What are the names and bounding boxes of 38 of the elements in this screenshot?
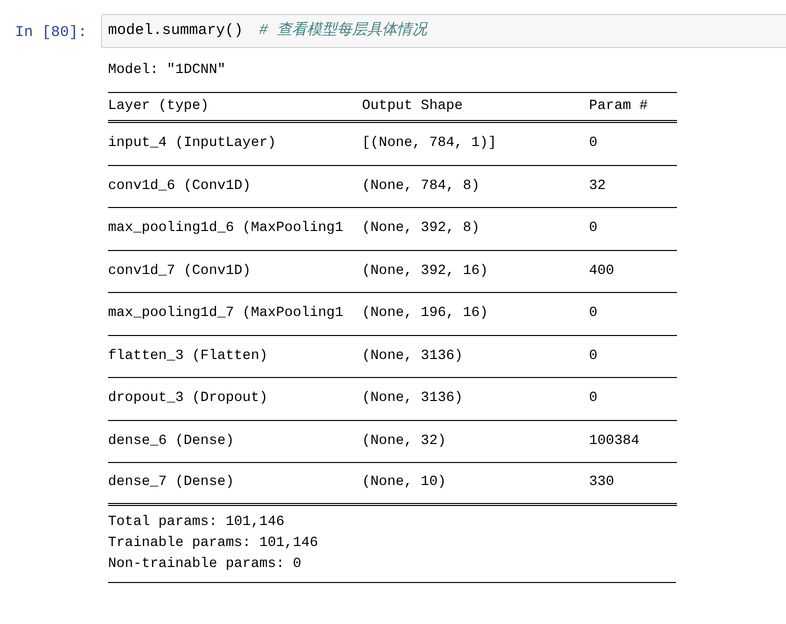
table-cell-text: 0 [589,346,598,366]
table-cell-text: (None, 392, 8) [362,219,481,238]
params-summary: Trainable params: 101,146 [108,534,320,552]
table-cell-text: dropout_3 (Dropout) [108,389,269,408]
table-cell-text: (None, 196, 16) [362,304,490,324]
table-cell-text: flatten_3 (Flatten) [108,346,269,366]
code-cell[interactable]: model.summary() # 查看模型每层具体情况 [101,14,786,48]
table-cell-text: (None, 10) [362,473,448,492]
table-cell-text: 0 [589,219,598,238]
params-summary: Non-trainable params: 0 [108,554,302,574]
table-cell-text: 100384 [589,432,640,451]
table-cell-text: 0 [589,134,598,154]
input-prompt: In [80]: [14,23,88,43]
table-cell-text: (None, 784, 8) [362,176,481,196]
table-cell-text: conv1d_6 (Conv1D) [108,176,252,196]
code-comment: # 查看模型每层具体情况 [259,20,428,41]
table-cell-text: max_pooling1d_7 (MaxPooling1 [108,304,344,324]
table-cell-text: conv1d_7 (Conv1D) [108,262,252,281]
table-cell-text: 400 [589,262,616,281]
code-text: model.summary() [108,20,244,41]
table-cell-text: dense_7 (Dense) [108,473,236,492]
table-cell-text: (None, 3136) [362,389,464,408]
column-header: Output Shape [362,97,464,116]
table-cell-text: 0 [589,304,598,324]
table-cell-text: 32 [589,176,607,196]
column-header: Layer (type) [108,97,210,116]
table-cell-text: (None, 3136) [362,346,464,366]
table-cell-text: (None, 392, 16) [362,262,490,281]
table-cell-text: (None, 32) [362,432,448,451]
table-cell-text: max_pooling1d_6 (MaxPooling1 [108,219,344,238]
table-cell-text: 330 [589,473,616,492]
params-summary: Total params: 101,146 [108,512,286,532]
column-header: Param # [589,97,649,116]
table-cell-text: dense_6 (Dense) [108,432,236,451]
table-cell-text: [(None, 784, 1)] [362,134,498,154]
table-cell-text: input_4 (InputLayer) [108,134,278,154]
table-cell-text: 0 [589,389,598,408]
model-name: Model: "1DCNN" [108,61,227,80]
